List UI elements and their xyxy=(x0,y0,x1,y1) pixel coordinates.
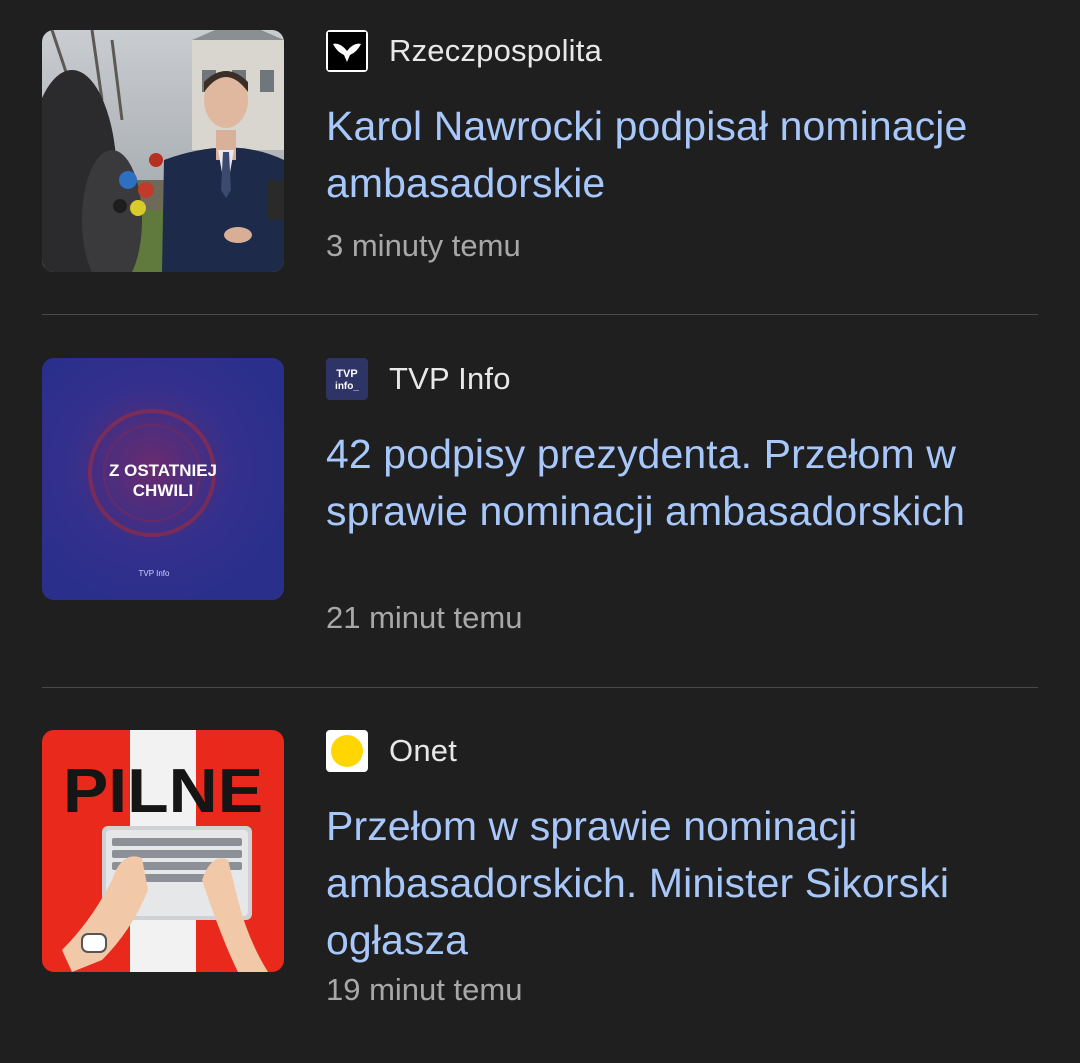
article-thumbnail[interactable]: Z OSTATNIEJ CHWILI TVP Info xyxy=(42,358,284,600)
onet-yellow-dot-icon xyxy=(326,730,368,772)
divider xyxy=(42,314,1038,315)
article-card[interactable]: Rzeczpospolita Karol Nawrocki podpisał n… xyxy=(42,30,1038,272)
headline[interactable]: 42 podpisy prezydenta. Przełom w sprawie… xyxy=(326,426,1038,540)
tvp-info-icon: TVP info_ xyxy=(326,358,368,400)
source-row: Rzeczpospolita xyxy=(326,30,602,72)
tvp-logo-top: TVP xyxy=(336,368,357,380)
source-name: TVP Info xyxy=(389,361,511,396)
news-feed: Rzeczpospolita Karol Nawrocki podpisał n… xyxy=(0,0,1080,1063)
timestamp: 3 minuty temu xyxy=(326,228,521,263)
rzeczpospolita-eagle-icon xyxy=(326,30,368,72)
press-conference-photo xyxy=(42,30,284,272)
urgent-news-graphic: PILNE xyxy=(42,730,284,972)
article-card[interactable]: Z OSTATNIEJ CHWILI TVP Info TVP info_ TV… xyxy=(42,358,1038,635)
headline[interactable]: Karol Nawrocki podpisał nominacje ambasa… xyxy=(326,98,1038,212)
source-name: Onet xyxy=(389,733,458,768)
article-thumbnail[interactable] xyxy=(42,30,284,272)
headline[interactable]: Przełom w sprawie nominacji ambasadorski… xyxy=(326,798,1038,969)
thumbnail-pilne-text: PILNE xyxy=(63,757,263,826)
tvp-logo-bottom: info_ xyxy=(335,381,359,392)
thumbnail-title-line2: CHWILI xyxy=(133,481,193,500)
breaking-news-graphic: Z OSTATNIEJ CHWILI TVP Info xyxy=(42,358,284,600)
source-row: Onet xyxy=(326,730,457,772)
source-name: Rzeczpospolita xyxy=(389,33,603,68)
thumbnail-title-line1: Z OSTATNIEJ xyxy=(109,461,217,480)
timestamp: 21 minut temu xyxy=(326,600,523,635)
divider xyxy=(42,687,1038,688)
source-row: TVP info_ TVP Info xyxy=(326,358,511,400)
article-thumbnail[interactable]: PILNE xyxy=(42,730,284,972)
timestamp: 19 minut temu xyxy=(326,972,523,1007)
article-card[interactable]: PILNE Onet Przełom w sprawie nominacji a… xyxy=(42,730,1038,1007)
thumbnail-brand: TVP Info xyxy=(139,569,171,578)
